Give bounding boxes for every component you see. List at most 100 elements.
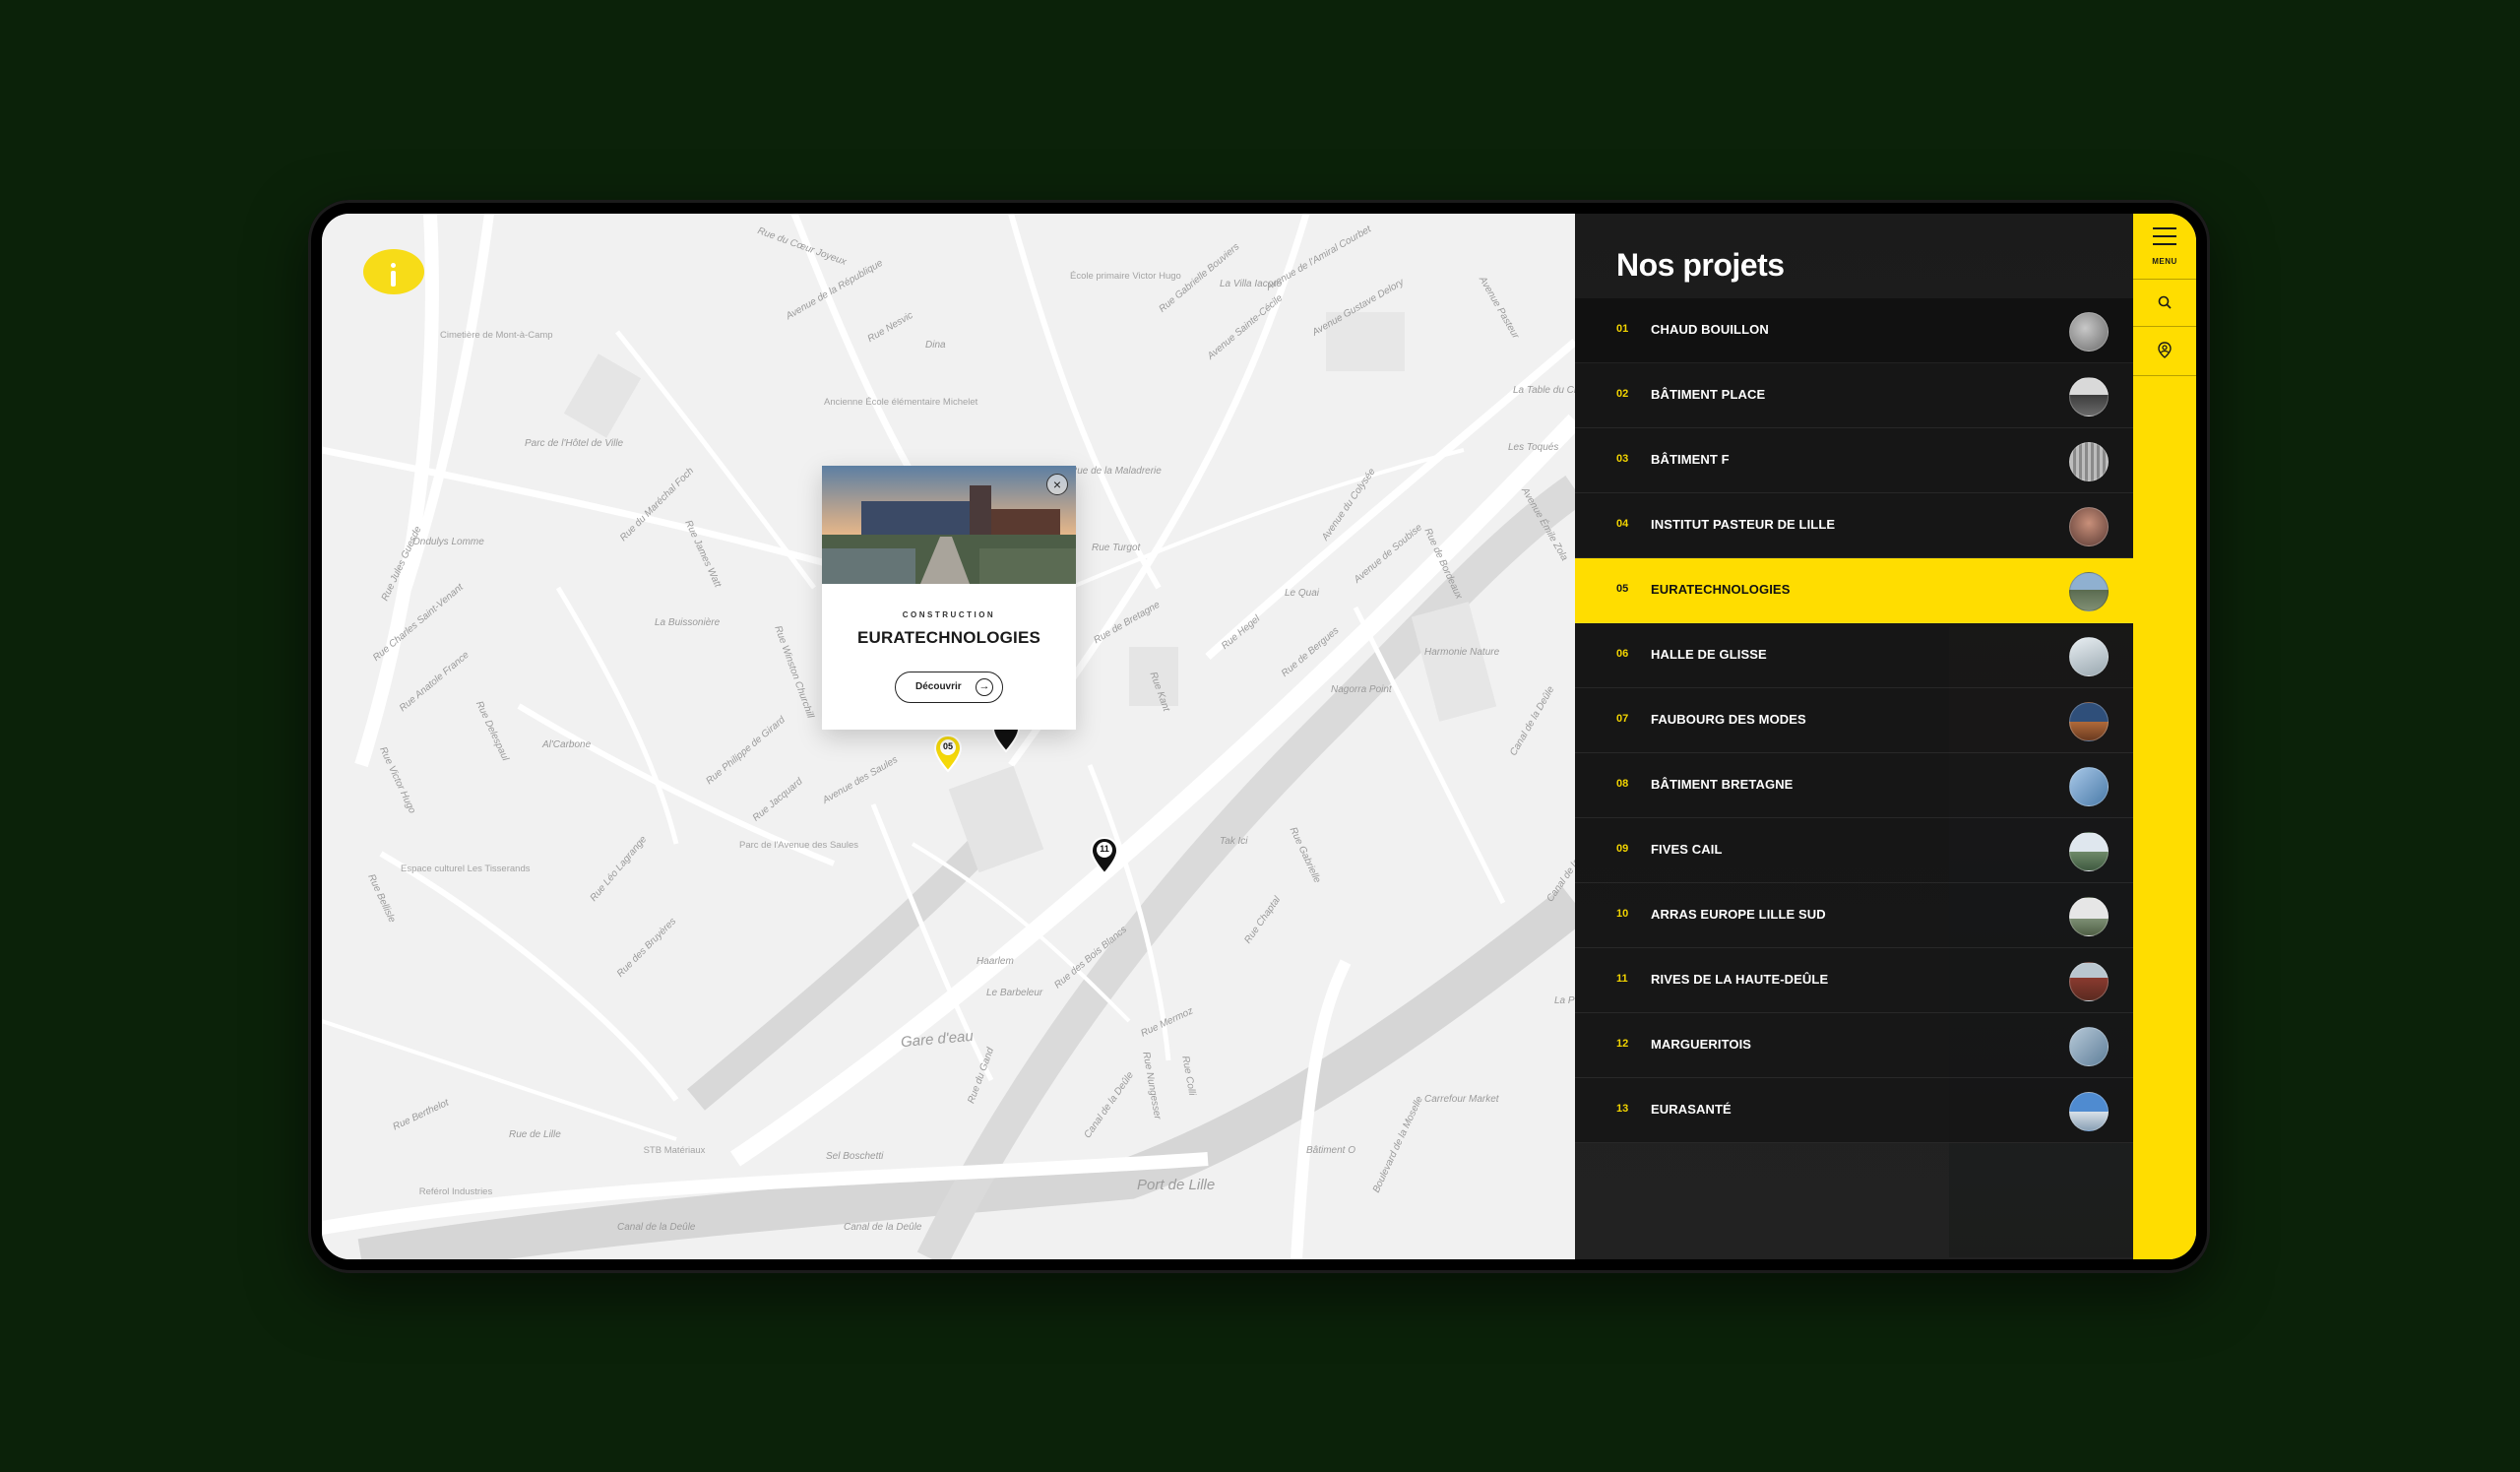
project-thumbnail <box>2069 1027 2109 1066</box>
project-item-10[interactable]: 10 ARRAS EUROPE LILLE SUD <box>1575 883 2133 948</box>
popup-title: EURATECHNOLOGIES <box>856 628 1041 647</box>
menu-label: MENU <box>2152 257 2177 266</box>
search-button[interactable] <box>2133 281 2196 327</box>
project-popup: × CONSTRUCTION EURATECHNOLOGIES Découvri… <box>822 466 1076 730</box>
street-label: Tak Ici <box>1220 836 1248 847</box>
project-thumbnail <box>2069 832 2109 871</box>
street-label: Le Quai <box>1285 588 1320 599</box>
project-name: BÂTIMENT F <box>1651 452 1730 467</box>
tablet-frame: Rue du Cœur Joyeux Avenue de la Républiq… <box>308 200 2210 1273</box>
project-number: 12 <box>1616 1038 1629 1050</box>
street-label: Sel Boschetti <box>826 1151 884 1162</box>
street-label: Les Toqués <box>1508 442 1559 453</box>
project-number: 07 <box>1616 713 1629 725</box>
street-label: Ondulys Lomme <box>412 537 484 547</box>
poi-label: École primaire Victor Hugo <box>1070 271 1181 282</box>
street-label: Harmonie Nature <box>1424 647 1500 658</box>
discover-button[interactable]: Découvrir → <box>895 672 1003 703</box>
project-item-09[interactable]: 09 FIVES CAIL <box>1575 818 2133 883</box>
project-thumbnail <box>2069 377 2109 416</box>
project-item-13[interactable]: 13 EURASANTÉ <box>1575 1078 2133 1143</box>
poi-label: STB Matériaux <box>643 1145 706 1156</box>
street-label: Canal de la Deûle <box>844 1222 922 1233</box>
projects-panel: Nos projets 01 CHAUD BOUILLON 02 BÂTIMEN… <box>1575 214 2133 1259</box>
map-pin-user-icon <box>2158 342 2172 358</box>
poi-label: Parc de l'Avenue des Saules <box>739 840 858 851</box>
project-number: 01 <box>1616 323 1629 335</box>
project-thumbnail <box>2069 897 2109 936</box>
street-label: La Buissonière <box>655 617 721 628</box>
street-label: Al'Carbone <box>542 739 592 750</box>
project-name: INSTITUT PASTEUR DE LILLE <box>1651 517 1836 532</box>
project-item-07[interactable]: 07 FAUBOURG DES MODES <box>1575 688 2133 753</box>
project-thumbnail <box>2069 572 2109 611</box>
project-item-11[interactable]: 11 RIVES DE LA HAUTE-DEÛLE <box>1575 948 2133 1013</box>
project-item-02[interactable]: 02 BÂTIMENT PLACE <box>1575 363 2133 428</box>
poi-label: Cimetière de Mont-à-Camp <box>440 330 553 341</box>
street-label: Nagorra Point <box>1331 684 1392 695</box>
project-number: 03 <box>1616 453 1629 465</box>
project-name: BÂTIMENT PLACE <box>1651 387 1766 402</box>
popup-close-button[interactable]: × <box>1046 474 1068 495</box>
poi-label: Ancienne École élémentaire Michelet <box>824 397 978 408</box>
marker-label: 05 <box>942 741 953 751</box>
project-number: 06 <box>1616 648 1629 660</box>
map-marker-11[interactable]: 11 <box>1090 836 1119 875</box>
project-name: EURASANTÉ <box>1651 1102 1732 1117</box>
project-item-05[interactable]: 05 EURATECHNOLOGIES <box>1575 558 2133 623</box>
brand-logo[interactable] <box>363 249 424 294</box>
discover-button-label: Découvrir <box>915 681 962 692</box>
arrow-right-icon: → <box>976 678 993 696</box>
street-label: Haarlem <box>976 956 1014 967</box>
project-thumbnail <box>2069 442 2109 481</box>
search-icon <box>2158 295 2172 309</box>
project-name: RIVES DE LA HAUTE-DEÛLE <box>1651 972 1829 987</box>
app-screen: Rue du Cœur Joyeux Avenue de la Républiq… <box>322 214 2196 1259</box>
project-photo: × <box>822 466 1076 584</box>
project-number: 09 <box>1616 843 1629 855</box>
street-label: Rue de la Maladrerie <box>1070 466 1162 477</box>
project-thumbnail <box>2069 312 2109 352</box>
project-thumbnail <box>2069 1092 2109 1131</box>
project-item-08[interactable]: 08 BÂTIMENT BRETAGNE <box>1575 753 2133 818</box>
project-thumbnail <box>2069 702 2109 741</box>
street-label: Carrefour Market <box>1424 1094 1499 1105</box>
project-list: 01 CHAUD BOUILLON 02 BÂTIMENT PLACE 03 B… <box>1575 298 2133 1143</box>
project-name: EURATECHNOLOGIES <box>1651 582 1791 597</box>
panel-title: Nos projets <box>1616 247 1785 283</box>
project-name: FAUBOURG DES MODES <box>1651 712 1806 727</box>
project-thumbnail <box>2069 767 2109 806</box>
map-view[interactable]: Rue du Cœur Joyeux Avenue de la Républiq… <box>322 214 1575 1259</box>
project-number: 02 <box>1616 388 1629 400</box>
map-pin-icon <box>1090 836 1119 875</box>
project-item-06[interactable]: 06 HALLE DE GLISSE <box>1575 623 2133 688</box>
project-name: CHAUD BOUILLON <box>1651 322 1769 337</box>
project-thumbnail <box>2069 637 2109 676</box>
project-name: ARRAS EUROPE LILLE SUD <box>1651 907 1826 922</box>
street-label: La Pê <box>1554 995 1575 1006</box>
street-label: Bâtiment O <box>1306 1145 1356 1156</box>
project-item-01[interactable]: 01 CHAUD BOUILLON <box>1575 298 2133 363</box>
project-name: MARGUERITOIS <box>1651 1037 1752 1052</box>
poi-label: Reférol Industries <box>418 1186 493 1197</box>
right-rail: MENU <box>2133 214 2196 1259</box>
menu-button[interactable]: MENU <box>2133 214 2196 280</box>
project-name: FIVES CAIL <box>1651 842 1723 857</box>
project-number: 11 <box>1616 973 1628 985</box>
project-number: 10 <box>1616 908 1629 920</box>
map-marker-05[interactable]: 05 <box>933 734 963 773</box>
street-label: Le Barbeleur <box>986 988 1043 998</box>
project-number: 05 <box>1616 583 1629 595</box>
project-item-12[interactable]: 12 MARGUERITOIS <box>1575 1013 2133 1078</box>
street-label: Canal de la Deûle <box>617 1222 696 1233</box>
project-item-03[interactable]: 03 BÂTIMENT F <box>1575 428 2133 493</box>
street-label: Dina <box>925 340 946 351</box>
street-label: Rue Turgot <box>1092 543 1141 553</box>
locate-user-button[interactable] <box>2133 328 2196 376</box>
street-label: La Table du Chef <box>1513 385 1575 396</box>
project-item-04[interactable]: 04 INSTITUT PASTEUR DE LILLE <box>1575 493 2133 558</box>
project-thumbnail <box>2069 507 2109 546</box>
project-photo-image <box>822 466 1076 584</box>
street-label: Parc de l'Hôtel de Ville <box>525 438 624 449</box>
street-label: Rue de Lille <box>509 1129 561 1140</box>
